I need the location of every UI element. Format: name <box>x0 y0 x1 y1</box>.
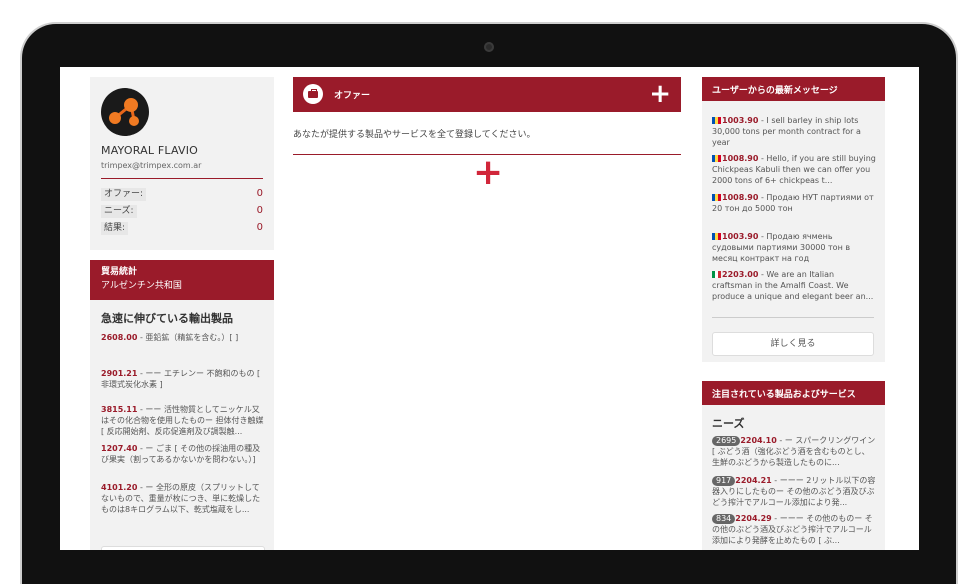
stat-results[interactable]: 結果: 0 <box>101 222 263 236</box>
message-code: 2203.00 <box>722 270 759 279</box>
flag-icon <box>712 233 721 240</box>
count-badge: 2695 <box>712 436 741 446</box>
message-item[interactable]: 1008.90 - Продаю НУТ партиями от 20 тон … <box>712 192 876 214</box>
flag-icon <box>712 271 721 278</box>
trade-stats-body: 急速に伸びている輸出製品 2608.00 - 亜鉛鉱（精鉱を含む。）[ ] 29… <box>90 300 274 550</box>
stat-value: 0 <box>256 222 263 233</box>
hs-code: 2204.10 <box>740 436 777 445</box>
stat-value: 0 <box>256 188 263 199</box>
divider <box>101 178 263 179</box>
featured-body: ニーズ 2695 2204.10 - ー スパークリングワイン [ ぶどう酒（強化… <box>702 405 885 550</box>
stat-label: オファー: <box>101 188 147 201</box>
messages-list: 1003.90 - I sell barley in ship lots 30,… <box>702 101 885 362</box>
main-column: オファー + あなたが提供する製品やサービスを全て登録してください。 + <box>293 77 681 191</box>
flag-icon <box>712 194 721 201</box>
count-badge: 834 <box>712 514 736 524</box>
message-code: 1003.90 <box>722 232 759 241</box>
stat-label: 結果: <box>101 222 129 235</box>
screen: MAYORAL FLAVIO trimpex@trimpex.com.ar オフ… <box>60 67 919 550</box>
add-offer-plus-icon[interactable]: + <box>649 79 671 109</box>
trade-stats-header: 貿易統計 アルゼンチン共和国 <box>90 260 274 300</box>
hs-code: 2608.00 <box>101 333 138 342</box>
hs-code: 2901.21 <box>101 369 138 378</box>
see-more-button[interactable]: 詳しく見る <box>712 332 874 356</box>
hs-code: 3815.11 <box>101 405 138 414</box>
profile-name: MAYORAL FLAVIO <box>101 144 199 157</box>
list-item[interactable]: 3815.11 - ーー 活性物質としてニッケル又はその化合物を使用したものー … <box>101 404 265 437</box>
avatar[interactable] <box>101 88 149 136</box>
hs-code: 4101.20 <box>101 483 138 492</box>
stat-label: ニーズ: <box>101 205 137 218</box>
profile-email: trimpex@trimpex.com.ar <box>101 161 202 170</box>
offers-header: オファー + <box>293 77 681 112</box>
stat-value: 0 <box>256 205 263 216</box>
profile-card: MAYORAL FLAVIO trimpex@trimpex.com.ar オフ… <box>90 77 274 250</box>
list-item[interactable]: 834 2204.29 - ーーー その他のものー その他のぶどう酒及びぶどう搾汁… <box>712 513 876 546</box>
left-column: MAYORAL FLAVIO trimpex@trimpex.com.ar オフ… <box>90 77 274 550</box>
stat-needs[interactable]: ニーズ: 0 <box>101 205 263 219</box>
hs-code: 2204.29 <box>735 514 772 523</box>
message-code: 1008.90 <box>722 154 759 163</box>
flag-icon <box>712 117 721 124</box>
add-offer-big-plus-icon[interactable]: + <box>473 155 503 191</box>
list-item[interactable]: 2901.21 - ーー エチレンー 不飽和のもの [ 非環式炭化水素 ] <box>101 368 265 390</box>
count-badge: 917 <box>712 476 736 486</box>
stat-offers[interactable]: オファー: 0 <box>101 188 263 202</box>
list-item[interactable]: 4101.20 - ー 全形の原皮（スプリットしてないもので、重量が枚につき、単… <box>101 482 265 515</box>
item-text: - 亜鉛鉱（精鉱を含む。）[ ] <box>137 333 239 342</box>
trade-stats-title: 貿易統計 <box>101 267 138 277</box>
list-item[interactable]: 2695 2204.10 - ー スパークリングワイン [ ぶどう酒（強化ぶどう酒… <box>712 435 876 468</box>
message-item[interactable]: 1003.90 - I sell barley in ship lots 30,… <box>712 115 876 148</box>
featured-header: 注目されている製品およびサービス <box>702 381 885 405</box>
message-code: 1008.90 <box>722 193 759 202</box>
list-item[interactable]: 2608.00 - 亜鉛鉱（精鉱を含む。）[ ] <box>101 332 265 343</box>
message-item[interactable]: 1003.90 - Продаю ячмень судовыми партиям… <box>712 231 876 264</box>
flag-icon <box>712 155 721 162</box>
list-item[interactable]: 1207.40 - ー ごま [ その他の採油用の種及び果実（割ってあるかないか… <box>101 443 265 465</box>
messages-header: ユーザーからの最新メッセージ <box>702 77 885 101</box>
message-item[interactable]: 1008.90 - Hello, if you are still buying… <box>712 153 876 186</box>
hs-code: 1207.40 <box>101 444 138 453</box>
offers-description: あなたが提供する製品やサービスを全て登録してください。 <box>293 130 536 140</box>
message-item[interactable]: 2203.00 - We are an Italian craftsman in… <box>712 269 876 302</box>
trade-country: アルゼンチン共和国 <box>101 281 182 291</box>
offers-title: オファー <box>334 91 371 101</box>
needs-title: ニーズ <box>712 417 745 430</box>
divider <box>712 317 874 318</box>
hs-code: 2204.21 <box>735 476 772 485</box>
briefcase-icon <box>303 84 323 104</box>
message-code: 1003.90 <box>722 116 759 125</box>
list-item[interactable]: 917 2204.21 - ーーー 2リットル以下の容器入りにしたものー その他の… <box>712 475 876 508</box>
trade-more-button[interactable] <box>101 546 265 550</box>
fast-growing-exports-title: 急速に伸びている輸出製品 <box>101 312 233 325</box>
featured-title: 注目されている製品およびサービス <box>712 390 856 400</box>
camera-icon <box>484 42 494 52</box>
messages-title: ユーザーからの最新メッセージ <box>712 86 838 96</box>
right-column: ユーザーからの最新メッセージ 1003.90 - I sell barley i… <box>702 77 885 550</box>
